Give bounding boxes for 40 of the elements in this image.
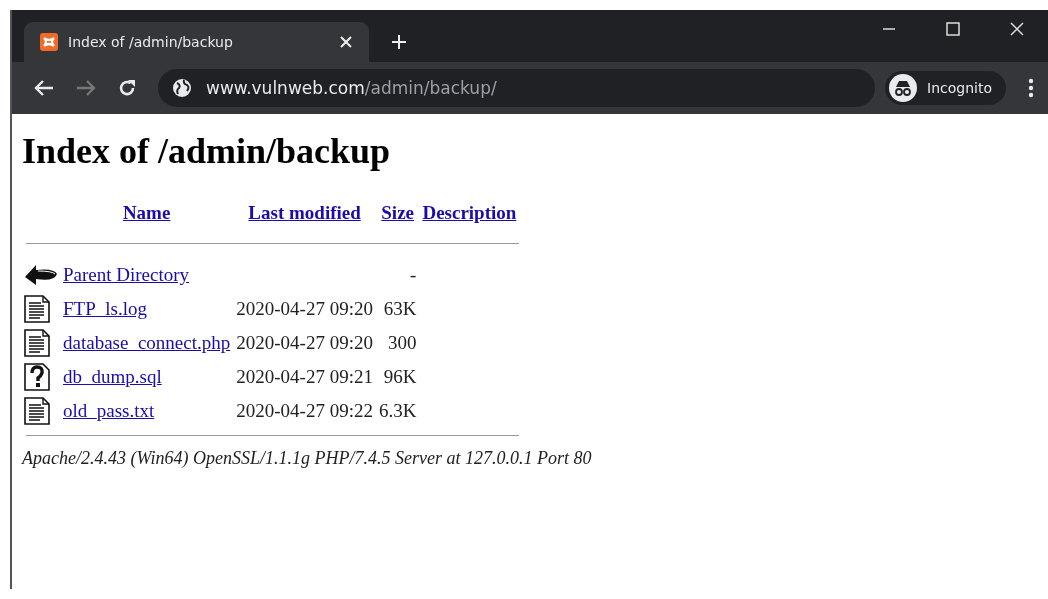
maximize-icon[interactable] [946, 22, 960, 36]
file-link[interactable]: Parent Directory [63, 264, 190, 285]
modified-date: 2020-04-27 09:20 [235, 331, 374, 355]
address-bar[interactable]: www.vulnweb.com/admin/backup/ [158, 69, 876, 107]
incognito-icon [889, 74, 918, 102]
reload-icon[interactable] [118, 79, 136, 97]
column-sort-link[interactable]: Size [381, 202, 414, 223]
file-size: 300 [386, 331, 418, 355]
modified-date: 2020-04-27 09:21 [235, 365, 374, 389]
modified-date: 2020-04-27 09:20 [235, 297, 374, 321]
page-heading: Index of /admin/backup [22, 130, 392, 172]
menu-icon[interactable] [1028, 78, 1034, 98]
file-link[interactable]: FTP_ls.log [63, 298, 147, 319]
file-size: 6.3K [377, 399, 418, 423]
close-icon[interactable] [1010, 22, 1024, 36]
text-file-icon [24, 397, 50, 425]
file-link[interactable]: database_connect.php [63, 332, 231, 353]
modified-date: 2020-04-27 09:22 [235, 399, 374, 423]
tab-title: Index of /admin/backup [68, 34, 233, 50]
text-file-icon [24, 329, 50, 357]
close-icon[interactable] [339, 35, 353, 49]
browser-tab[interactable]: Index of /admin/backup [24, 22, 369, 62]
text-file-icon [24, 295, 50, 323]
server-signature: Apache/2.4.43 (Win64) OpenSSL/1.1.1g PHP/7.4.5 Server at 127.0.0.1 Port 80 [22, 448, 593, 469]
file-size: - [409, 263, 418, 287]
file-link[interactable]: old_pass.txt [63, 400, 155, 421]
file-size: 63K [382, 297, 418, 321]
globe-icon [172, 78, 192, 98]
incognito-button[interactable]: Incognito [885, 71, 1006, 105]
column-sort-link[interactable]: Description [422, 202, 517, 223]
question-file-icon [24, 363, 50, 391]
url-text: www.vulnweb.com/admin/backup/ [206, 78, 497, 98]
file-size: 96K [382, 365, 418, 389]
column-sort-link[interactable]: Name [122, 202, 171, 223]
app-logo-icon [40, 33, 58, 51]
file-link[interactable]: db_dump.sql [63, 366, 162, 387]
column-sort-link[interactable]: Last modified [248, 202, 361, 223]
back-arrow-icon[interactable] [34, 79, 54, 97]
forward-arrow-icon[interactable] [76, 79, 96, 97]
new-tab-icon[interactable] [391, 34, 407, 50]
